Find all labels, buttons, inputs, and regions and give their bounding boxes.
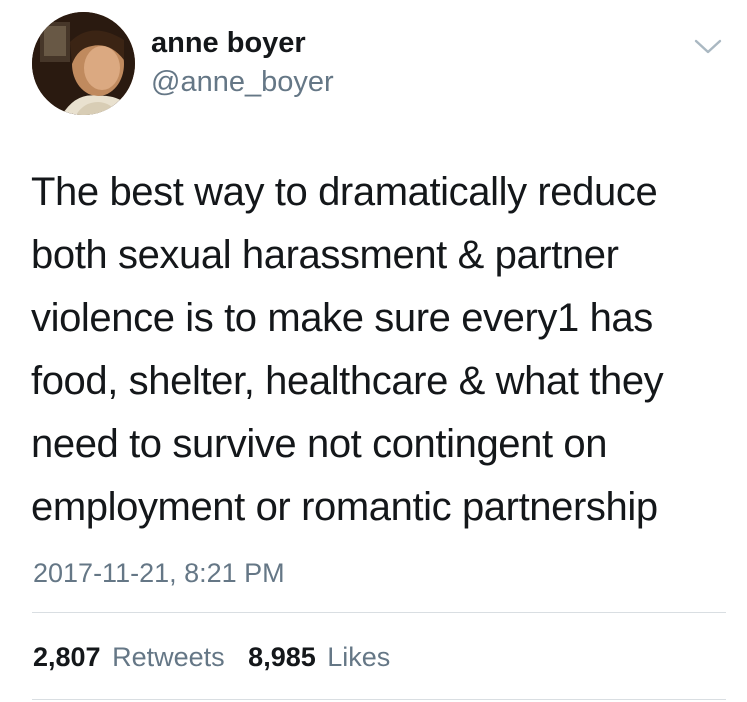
tweet-timestamp[interactable]: 2017-11-21, 8:21 PM <box>33 556 285 590</box>
avatar[interactable] <box>32 12 135 115</box>
avatar-image <box>32 12 135 115</box>
tweet-text-line: The best way to dramatically reduce <box>31 170 658 214</box>
retweets-stat[interactable]: 2,807 Retweets <box>33 640 225 674</box>
chevron-down-icon[interactable] <box>693 36 723 56</box>
divider <box>32 612 726 613</box>
tweet-text: The best way to dramatically reduce both… <box>31 161 731 539</box>
tweet-text-line: need to survive not contingent on <box>31 422 608 466</box>
divider <box>32 699 726 700</box>
display-name[interactable]: anne boyer <box>151 26 306 60</box>
tweet-text-line: food, shelter, healthcare & what they <box>31 359 664 403</box>
engagement-stats: 2,807 Retweets 8,985 Likes <box>33 640 406 674</box>
retweets-count: 2,807 <box>33 642 101 672</box>
tweet-text-line: violence is to make sure every1 has <box>31 296 653 340</box>
retweets-label: Retweets <box>112 642 225 672</box>
tweet-text-line: both sexual harassment & partner <box>31 233 619 277</box>
likes-stat[interactable]: 8,985 Likes <box>248 640 390 674</box>
likes-count: 8,985 <box>248 642 316 672</box>
likes-label: Likes <box>327 642 391 672</box>
tweet-text-line: employment or romantic partnership <box>31 485 658 529</box>
tweet-card: anne boyer @anne_boyer The best way to d… <box>0 0 747 702</box>
user-handle[interactable]: @anne_boyer <box>151 65 334 99</box>
